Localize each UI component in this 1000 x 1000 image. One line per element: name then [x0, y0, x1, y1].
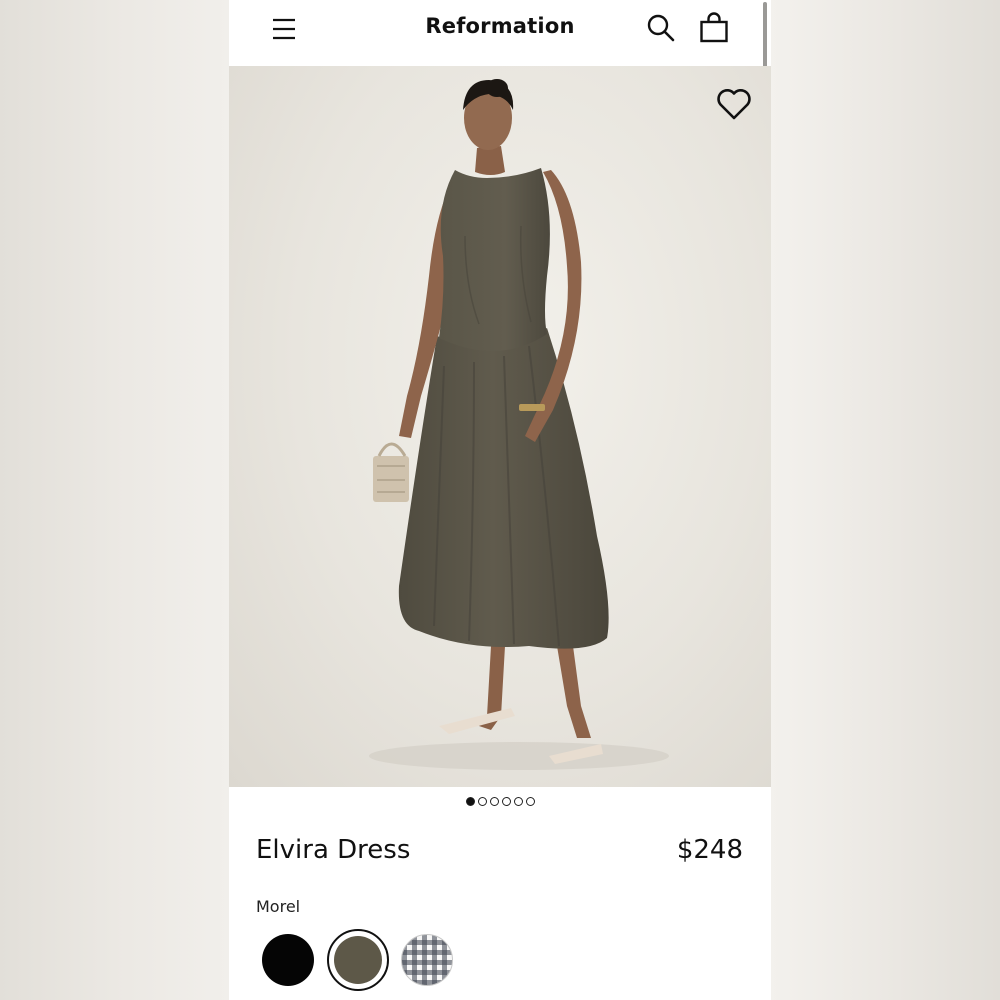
pagination-dot-6[interactable]: [525, 797, 535, 806]
color-swatch-black[interactable]: [262, 934, 314, 986]
mobile-product-page: Reformation Elvira Dress $248 Morel: [229, 0, 771, 1000]
background-right: [771, 0, 1000, 1000]
color-swatch-morel-fill: [334, 936, 382, 984]
product-price: $248: [676, 835, 743, 865]
pagination-dot-5[interactable]: [513, 797, 523, 806]
background-left: [0, 0, 229, 1000]
color-swatch-morel[interactable]: [327, 929, 389, 991]
search-icon[interactable]: [646, 13, 676, 43]
shopping-bag-icon[interactable]: [699, 12, 729, 44]
favorite-heart-icon[interactable]: [716, 87, 752, 121]
pagination-dot-3[interactable]: [489, 797, 499, 806]
selected-color-label: Morel: [256, 897, 301, 916]
pagination-dot-1[interactable]: [465, 797, 475, 806]
color-swatch-gingham[interactable]: [401, 934, 453, 986]
brand-logo[interactable]: Reformation: [229, 14, 771, 38]
top-nav-bar: Reformation: [229, 0, 771, 66]
product-image[interactable]: [229, 66, 771, 787]
pagination-dot-4[interactable]: [501, 797, 511, 806]
image-pagination-dots: [229, 797, 771, 811]
product-title: Elvira Dress: [256, 835, 411, 865]
model-photo: [369, 79, 669, 770]
pagination-dot-2[interactable]: [477, 797, 487, 806]
